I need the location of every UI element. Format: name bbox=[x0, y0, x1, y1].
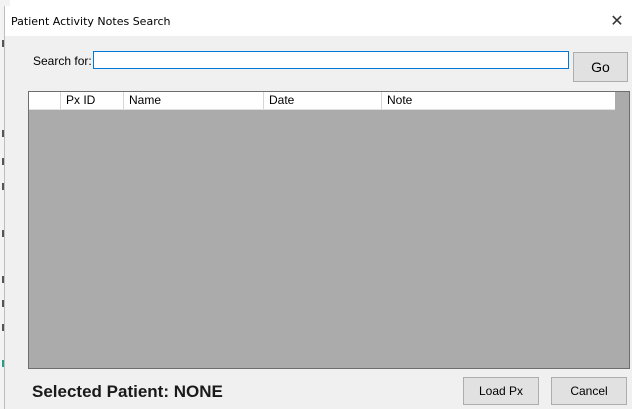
grid-header-filler bbox=[615, 92, 629, 109]
column-header-name[interactable]: Name bbox=[124, 92, 264, 109]
search-label: Search for: bbox=[33, 54, 92, 68]
go-button[interactable]: Go bbox=[573, 52, 628, 82]
close-button[interactable]: ✕ bbox=[602, 6, 632, 36]
results-grid[interactable]: Px ID Name Date Note bbox=[28, 91, 630, 369]
title-bar: Patient Activity Notes Search ✕ bbox=[5, 6, 632, 36]
grid-header: Px ID Name Date Note bbox=[29, 92, 615, 110]
column-header-px-id[interactable]: Px ID bbox=[61, 92, 124, 109]
selected-patient-label: Selected Patient: NONE bbox=[32, 382, 223, 401]
column-header-date[interactable]: Date bbox=[264, 92, 382, 109]
column-header-select[interactable] bbox=[29, 92, 61, 109]
search-input[interactable] bbox=[93, 51, 569, 69]
column-header-note[interactable]: Note bbox=[382, 92, 615, 109]
window-title: Patient Activity Notes Search bbox=[11, 15, 171, 28]
cancel-button[interactable]: Cancel bbox=[551, 377, 627, 405]
patient-notes-search-dialog: Patient Activity Notes Search ✕ Search f… bbox=[4, 6, 632, 409]
load-px-button[interactable]: Load Px bbox=[463, 377, 539, 405]
close-icon: ✕ bbox=[610, 11, 624, 30]
